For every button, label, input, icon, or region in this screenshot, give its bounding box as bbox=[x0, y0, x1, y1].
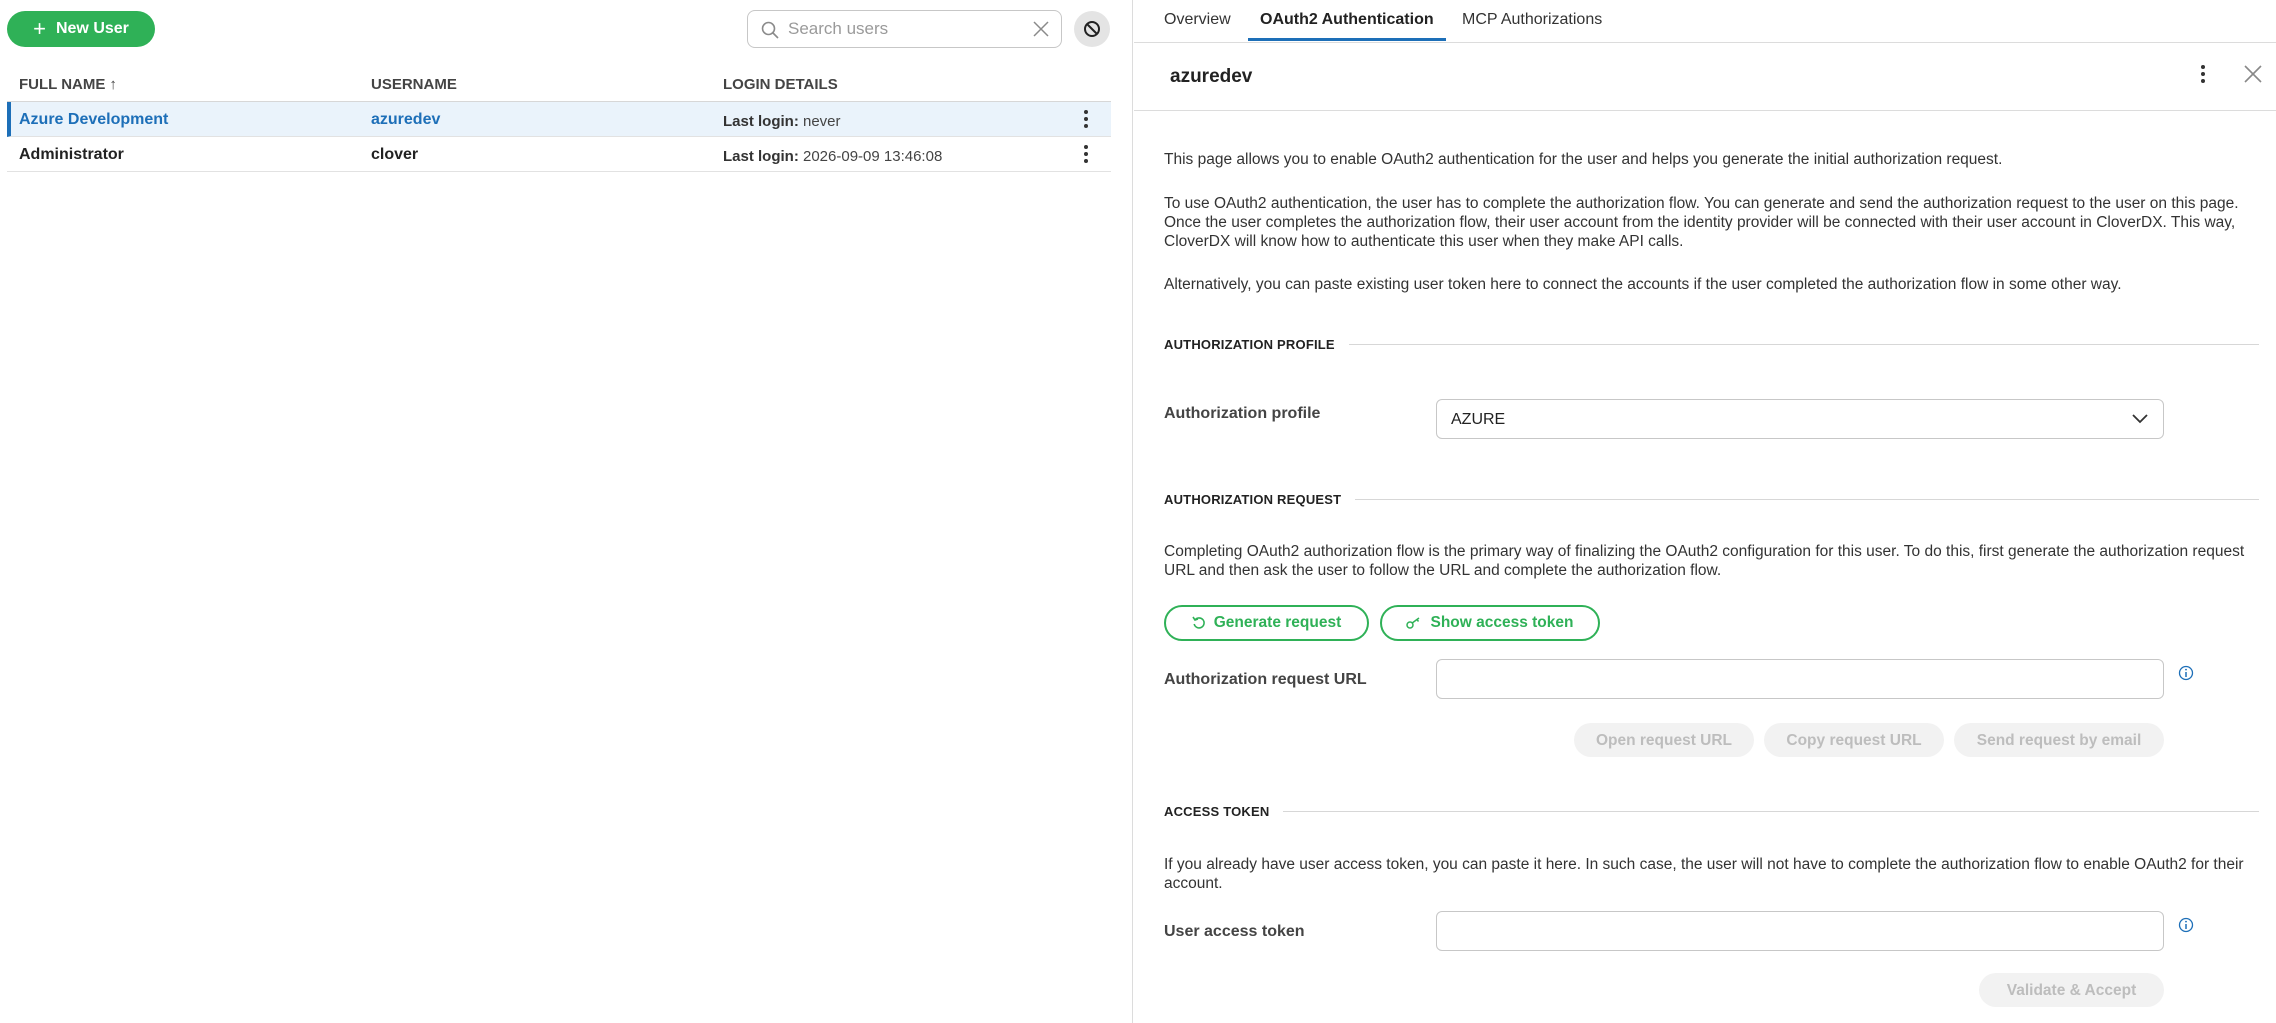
new-user-label: New User bbox=[55, 20, 129, 37]
detail-title: azuredev bbox=[1170, 66, 1253, 87]
row-kebab-icon[interactable] bbox=[1079, 143, 1093, 165]
access-token-description: If you already have user access token, y… bbox=[1164, 856, 2244, 892]
search-icon bbox=[761, 21, 779, 39]
tab-overview[interactable]: Overview bbox=[1164, 11, 1231, 42]
section-authorization-profile: AUTHORIZATION PROFILE bbox=[1164, 335, 2259, 354]
tab-mcp-authorizations[interactable]: MCP Authorizations bbox=[1462, 11, 1602, 42]
column-header-username[interactable]: USERNAME bbox=[371, 76, 457, 93]
auth-profile-label: Authorization profile bbox=[1164, 405, 1321, 422]
key-icon bbox=[1406, 617, 1420, 629]
search-box bbox=[747, 10, 1062, 48]
auth-request-description: Completing OAuth2 authorization flow is … bbox=[1164, 543, 2245, 579]
table-header: FULL NAME ↑ USERNAME LOGIN DETAILS bbox=[7, 70, 1111, 102]
intro-paragraph-2: To use OAuth2 authentication, the user h… bbox=[1164, 195, 2239, 250]
refresh-icon bbox=[1192, 616, 1205, 629]
plus-icon: + bbox=[33, 16, 46, 41]
auth-profile-select[interactable]: AZURE bbox=[1436, 399, 2164, 439]
column-header-login-details[interactable]: LOGIN DETAILS bbox=[723, 76, 838, 93]
table-row[interactable]: Administrator clover Last login: 2026-09… bbox=[7, 137, 1111, 172]
new-user-button[interactable]: + New User bbox=[7, 11, 155, 47]
sort-asc-icon: ↑ bbox=[109, 76, 117, 93]
section-divider bbox=[1355, 499, 2259, 500]
row-full-name: Azure Development bbox=[19, 111, 169, 128]
detail-header: azuredev bbox=[1134, 43, 2276, 111]
info-icon[interactable] bbox=[2178, 665, 2194, 681]
row-username: clover bbox=[371, 146, 419, 163]
section-divider bbox=[1283, 811, 2259, 812]
clear-icon[interactable] bbox=[1031, 19, 1051, 39]
section-divider bbox=[1348, 344, 2259, 345]
auth-request-url-input[interactable] bbox=[1436, 659, 2164, 699]
auth-request-url-label: Authorization request URL bbox=[1164, 671, 1367, 688]
users-table: FULL NAME ↑ USERNAME LOGIN DETAILS Azure … bbox=[7, 70, 1111, 172]
users-pane: + New User FULL NAME↑ bbox=[0, 0, 1133, 1023]
row-login-details: Last login: 2026-09-09 13:46:08 bbox=[723, 148, 943, 165]
detail-tabs: Overview OAuth2 Authentication MCP Autho… bbox=[1134, 0, 2276, 43]
table-row[interactable]: Azure Development azuredev Last login: n… bbox=[7, 102, 1111, 137]
user-access-token-label: User access token bbox=[1164, 923, 1305, 940]
copy-request-url-button[interactable]: Copy request URL bbox=[1764, 723, 1944, 757]
show-access-token-button[interactable]: Show access token bbox=[1380, 605, 1600, 641]
auth-profile-value: AZURE bbox=[1451, 411, 1506, 428]
block-filter-icon bbox=[1084, 21, 1100, 37]
active-tab-indicator bbox=[1248, 38, 1446, 41]
info-icon[interactable] bbox=[2178, 917, 2194, 933]
user-access-token-input[interactable] bbox=[1436, 911, 2164, 951]
generate-request-button[interactable]: Generate request bbox=[1164, 605, 1369, 641]
column-header-full-name[interactable]: FULL NAME ↑ bbox=[19, 76, 117, 93]
chevron-down-icon bbox=[2132, 414, 2148, 424]
app-root: + New User FULL NAME↑ bbox=[0, 0, 2276, 1023]
row-username: azuredev bbox=[371, 111, 441, 128]
row-kebab-icon[interactable] bbox=[1079, 108, 1093, 130]
section-authorization-request: AUTHORIZATION REQUEST bbox=[1164, 490, 2259, 509]
intro-paragraph-3: Alternatively, you can paste existing us… bbox=[1164, 276, 2122, 293]
row-login-details: Last login: never bbox=[723, 113, 841, 130]
send-request-by-email-button[interactable]: Send request by email bbox=[1954, 723, 2164, 757]
intro-paragraph-1: This page allows you to enable OAuth2 au… bbox=[1164, 151, 2003, 168]
search-input[interactable] bbox=[788, 11, 1018, 47]
row-full-name: Administrator bbox=[19, 146, 124, 163]
validate-accept-button[interactable]: Validate & Accept bbox=[1979, 973, 2164, 1007]
filter-disabled-button[interactable] bbox=[1074, 11, 1110, 47]
open-request-url-button[interactable]: Open request URL bbox=[1574, 723, 1754, 757]
close-icon[interactable] bbox=[2242, 63, 2264, 85]
section-access-token: ACCESS TOKEN bbox=[1164, 802, 2259, 821]
user-detail-pane: Overview OAuth2 Authentication MCP Autho… bbox=[1134, 0, 2276, 1023]
detail-kebab-icon[interactable] bbox=[2196, 63, 2210, 85]
